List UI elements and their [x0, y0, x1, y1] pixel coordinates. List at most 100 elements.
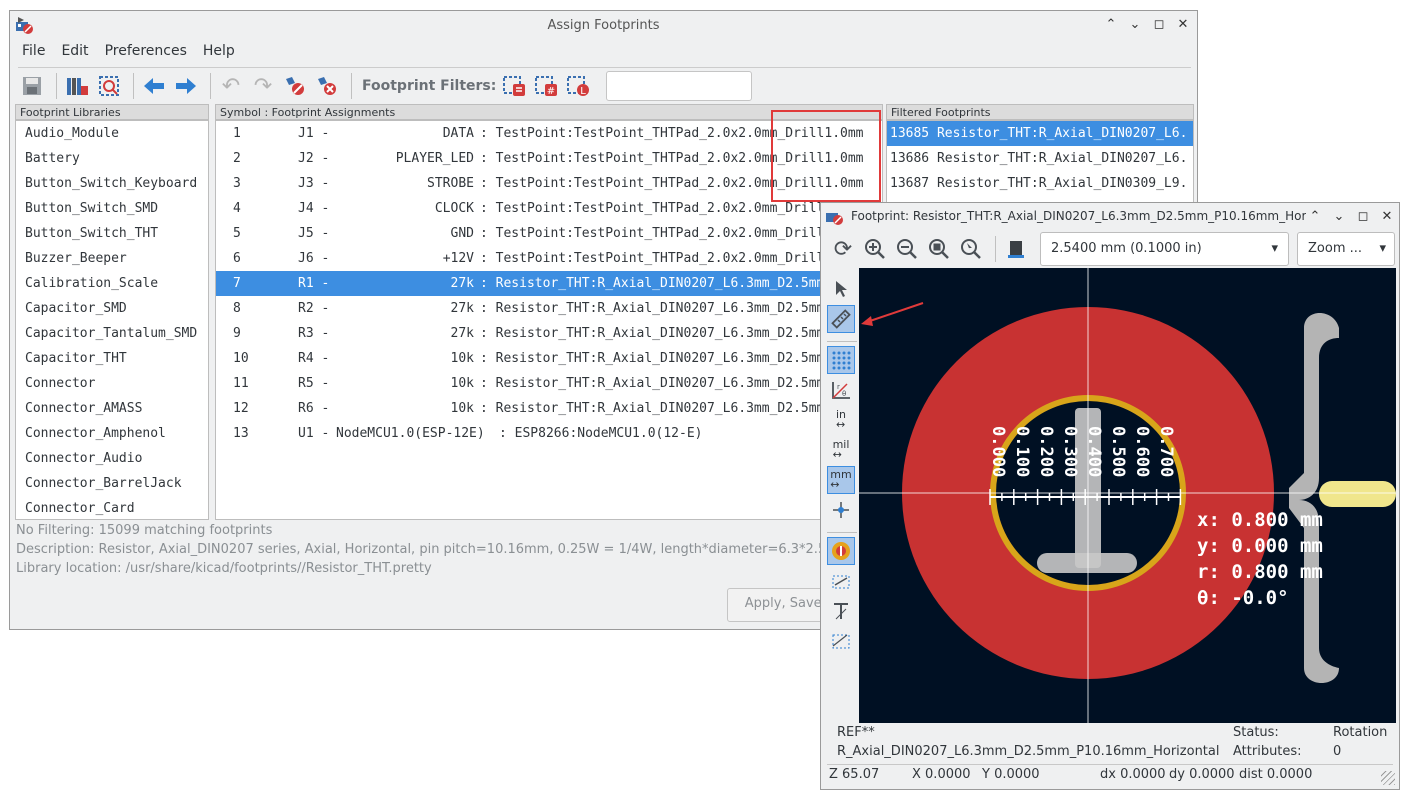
- menu-preferences[interactable]: Preferences: [105, 43, 187, 59]
- select-arrow-icon[interactable]: [827, 275, 855, 303]
- view-footprint-icon[interactable]: [95, 72, 123, 100]
- assignment-row[interactable]: 6 J6 - +12V: TestPoint:TestPoint_THTPad_2.…: [216, 246, 882, 271]
- next-arrow-icon[interactable]: [172, 72, 200, 100]
- menu-edit[interactable]: Edit: [61, 43, 88, 59]
- main-toolbar: ↶ ↷ Footprint Filters: # L: [18, 67, 1191, 104]
- zoom-to-objects-icon[interactable]: [957, 235, 985, 263]
- library-item[interactable]: Connector: [16, 371, 208, 396]
- assignment-number: 11: [233, 376, 249, 391]
- pad-outline-icon[interactable]: [827, 537, 855, 565]
- assignment-value: 27k: [450, 326, 474, 341]
- zoom-value: Zoom ...: [1308, 241, 1363, 256]
- viewer-maximize-icon[interactable]: ◻: [1355, 208, 1371, 224]
- resize-grip-icon[interactable]: [1381, 771, 1395, 785]
- assignment-footprint: : Resistor_THT:R_Axial_DIN0207_L6.3mm_D2…: [480, 276, 825, 291]
- grid-toggle-icon[interactable]: [827, 346, 855, 374]
- library-item[interactable]: Calibration_Scale: [16, 271, 208, 296]
- assignment-row[interactable]: 5 J5 - GND: TestPoint:TestPoint_THTPad_2.0…: [216, 221, 882, 246]
- undo-icon[interactable]: ↶: [217, 72, 245, 100]
- svg-text:θ: θ: [842, 390, 846, 398]
- filtered-footprint-item[interactable]: 13687 Resistor_THT:R_Axial_DIN0309_L9.: [887, 171, 1193, 196]
- menu-help[interactable]: Help: [203, 43, 235, 59]
- ruler-tick-label: 0.400: [1084, 426, 1104, 477]
- library-item[interactable]: Button_Switch_THT: [16, 221, 208, 246]
- assignment-row[interactable]: 11 R5 - 10k: Resistor_THT:R_Axial_DIN0207_…: [216, 371, 882, 396]
- library-item[interactable]: Button_Switch_Keyboard: [16, 171, 208, 196]
- library-item[interactable]: Connector_BarrelJack: [16, 471, 208, 496]
- dy-coordinate: dy 0.0000: [1169, 767, 1235, 782]
- mm-units-icon[interactable]: mm ↔: [827, 466, 855, 494]
- assignment-number: 8: [233, 301, 241, 316]
- refresh-icon[interactable]: ⟳: [829, 235, 857, 263]
- library-item[interactable]: Audio_Module: [16, 121, 208, 146]
- measure-tool-icon[interactable]: [827, 305, 855, 333]
- library-item[interactable]: Connector_Card: [16, 496, 208, 519]
- assignment-reference: R2 -: [298, 301, 330, 316]
- viewer-help-icon[interactable]: ⌃: [1307, 208, 1323, 224]
- help-window-icon[interactable]: ⌃: [1103, 16, 1119, 32]
- footprint-outline-icon[interactable]: [827, 627, 855, 655]
- library-item[interactable]: Capacitor_SMD: [16, 296, 208, 321]
- footprint-canvas[interactable]: 0.000 0.100 0.200 0.300 0.400 0.500 0.600 0.700…: [859, 268, 1396, 723]
- title-bar: Assign Footprints ⌃ ⌄ ◻ ✕: [10, 11, 1197, 39]
- assignment-row[interactable]: 8 R2 - 27k: Resistor_THT:R_Axial_DIN0207_L…: [216, 296, 882, 321]
- menu-file[interactable]: File: [22, 43, 45, 59]
- library-item[interactable]: Connector_AMASS: [16, 396, 208, 421]
- filtered-footprint-item[interactable]: 13685 Resistor_THT:R_Axial_DIN0207_L6.: [887, 121, 1193, 146]
- close-icon[interactable]: ✕: [1175, 16, 1191, 32]
- assignment-reference: J5 -: [298, 226, 330, 241]
- library-item[interactable]: Connector_Audio: [16, 446, 208, 471]
- inch-units-icon[interactable]: in ↔: [827, 406, 855, 434]
- maximize-icon[interactable]: ◻: [1151, 16, 1167, 32]
- assignment-row[interactable]: 9 R3 - 27k: Resistor_THT:R_Axial_DIN0207_L…: [216, 321, 882, 346]
- x-coordinate: X 0.0000: [912, 767, 971, 782]
- library-item[interactable]: Button_Switch_SMD: [16, 196, 208, 221]
- viewer-title: Footprint: Resistor_THT:R_Axial_DIN0207_…: [851, 209, 1306, 223]
- library-item[interactable]: Buzzer_Beeper: [16, 246, 208, 271]
- full-crosshair-icon[interactable]: [827, 496, 855, 524]
- filter-by-pin-count-icon[interactable]: #: [532, 72, 560, 100]
- attributes-label: Attributes:: [1233, 744, 1302, 759]
- minimize-icon[interactable]: ⌄: [1127, 16, 1143, 32]
- assignment-number: 1: [233, 126, 241, 141]
- zoom-in-icon[interactable]: [861, 235, 889, 263]
- grid-size-select[interactable]: 2.5400 mm (0.1000 in) ▾: [1040, 232, 1289, 266]
- auto-assign-icon[interactable]: [281, 72, 309, 100]
- viewer-minimize-icon[interactable]: ⌄: [1331, 208, 1347, 224]
- library-item[interactable]: Connector_Amphenol: [16, 421, 208, 446]
- 3d-viewer-icon[interactable]: [1002, 235, 1030, 263]
- polar-coords-icon[interactable]: rθ: [827, 376, 855, 404]
- library-item[interactable]: Battery: [16, 146, 208, 171]
- assignment-row[interactable]: 10 R4 - 10k: Resistor_THT:R_Axial_DIN0207_…: [216, 346, 882, 371]
- assignment-footprint: : Resistor_THT:R_Axial_DIN0207_L6.3mm_D2…: [480, 351, 825, 366]
- filter-by-keywords-icon[interactable]: [500, 72, 528, 100]
- graphic-outline-icon[interactable]: [827, 597, 855, 625]
- mil-units-icon[interactable]: mil ↔: [827, 436, 855, 464]
- redo-icon[interactable]: ↷: [249, 72, 277, 100]
- readout-x: x: 0.800 mm: [1197, 509, 1323, 531]
- assignment-number: 12: [233, 401, 249, 416]
- save-icon[interactable]: [18, 72, 46, 100]
- assignment-row[interactable]: 13 U1 - NodeMCU1.0(ESP-12E): ESP8266:NodeM…: [216, 421, 882, 446]
- assignment-row[interactable]: 7 R1 - 27k: Resistor_THT:R_Axial_DIN0207_L…: [216, 271, 882, 296]
- text-outline-icon[interactable]: [827, 567, 855, 595]
- zoom-coordinate: Z 65.07: [829, 767, 880, 782]
- delete-assignments-icon[interactable]: [313, 72, 341, 100]
- assignment-row[interactable]: 12 R6 - 10k: Resistor_THT:R_Axial_DIN0207_…: [216, 396, 882, 421]
- library-item[interactable]: Capacitor_THT: [16, 346, 208, 371]
- filter-by-library-icon[interactable]: L: [564, 72, 592, 100]
- menu-bar: File Edit Preferences Help: [22, 43, 235, 59]
- filter-search-input[interactable]: [606, 71, 753, 101]
- library-tables-icon[interactable]: [63, 72, 91, 100]
- zoom-out-icon[interactable]: [893, 235, 921, 263]
- library-item[interactable]: Capacitor_Tantalum_SMD: [16, 321, 208, 346]
- previous-arrow-icon[interactable]: [140, 72, 168, 100]
- assignment-number: 13: [233, 426, 249, 441]
- viewer-close-icon[interactable]: ✕: [1379, 208, 1395, 224]
- zoom-fit-icon[interactable]: [925, 235, 953, 263]
- zoom-select[interactable]: Zoom ... ▾: [1297, 232, 1395, 266]
- assignment-footprint: : Resistor_THT:R_Axial_DIN0207_L6.3mm_D2…: [480, 376, 825, 391]
- filtered-header: Filtered Footprints: [886, 104, 1194, 120]
- filtered-footprint-item[interactable]: 13686 Resistor_THT:R_Axial_DIN0207_L6.: [887, 146, 1193, 171]
- assignment-value: CLOCK: [434, 201, 474, 216]
